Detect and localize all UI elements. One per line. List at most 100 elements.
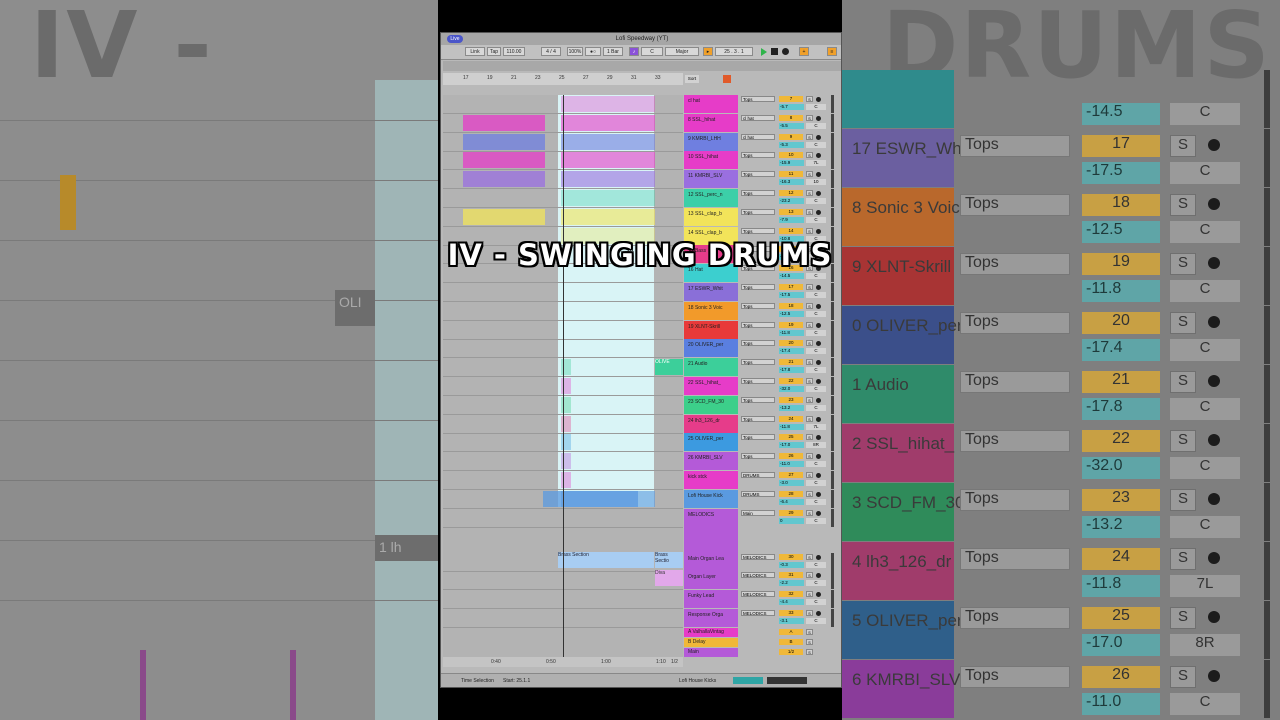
arm-icon[interactable] — [816, 303, 821, 309]
tap-button[interactable]: Tap — [487, 47, 501, 56]
arrangement-clip[interactable] — [561, 133, 655, 150]
track-routing-select[interactable]: Tops — [741, 321, 775, 328]
track-name-cell[interactable]: kick stck — [684, 471, 738, 489]
volume-field[interactable]: -23.2 — [779, 198, 804, 204]
pan-field[interactable]: C — [806, 310, 826, 317]
solo-button[interactable]: S — [806, 114, 813, 121]
volume-field[interactable]: -11.0 — [779, 461, 804, 468]
track-header[interactable]: 23 SCD_FM_30 Tops 23 S -13.2 C — [684, 395, 841, 414]
pan-field[interactable]: C — [806, 216, 826, 223]
solo-button[interactable]: S — [806, 553, 813, 560]
return-track-header[interactable]: Main 1/2 S — [684, 647, 841, 657]
solo-button[interactable]: S — [806, 453, 813, 460]
arrangement-clip[interactable] — [561, 208, 655, 225]
solo-button[interactable]: S — [806, 152, 813, 159]
volume-field[interactable]: -7.9 — [779, 216, 804, 223]
track-header[interactable]: Organ Layer MELODICS 31 S -2.2 C — [684, 571, 841, 590]
volume-field[interactable]: -0.3 — [779, 561, 804, 568]
pan-field[interactable]: 7L — [806, 423, 826, 430]
arm-icon[interactable] — [816, 228, 821, 234]
return-activator-button[interactable]: 1/2 — [779, 648, 803, 655]
arm-icon[interactable] — [816, 153, 821, 159]
track-activator-button[interactable]: 13 — [779, 208, 803, 215]
arrangement-clip[interactable] — [561, 152, 655, 169]
track-header[interactable]: 20 OLIVER_per Tops 20 S -17.4 C — [684, 339, 841, 358]
track-routing-select[interactable]: Tops — [741, 396, 775, 403]
track-name-cell[interactable]: 22 SSL_hihat_ — [684, 377, 738, 395]
track-activator-button[interactable]: 10 — [779, 152, 803, 159]
solo-button[interactable]: S — [806, 321, 813, 328]
scale-mode-button[interactable]: ♪ — [629, 47, 639, 56]
return-name-cell[interactable]: Main — [684, 647, 738, 657]
solo-button[interactable]: S — [806, 378, 813, 384]
arm-icon[interactable] — [816, 97, 821, 102]
track-header[interactable]: 8 SSL_hihat cl hat 8 S -5.5 C — [684, 113, 841, 132]
follow-button[interactable]: ▸ — [703, 47, 713, 56]
pan-field[interactable]: C — [806, 618, 826, 624]
volume-field[interactable]: -3.0 — [779, 480, 804, 486]
arrangement-clip[interactable] — [543, 284, 553, 300]
solo-button[interactable]: S — [806, 490, 813, 497]
record-arm-all-button[interactable] — [723, 75, 731, 83]
track-header[interactable]: 13 SSL_clap_b Tops 13 S -7.9 C — [684, 207, 841, 226]
return-activator-button[interactable]: A — [779, 628, 803, 635]
pan-field[interactable]: C — [806, 122, 826, 129]
solo-button[interactable]: S — [806, 648, 813, 655]
track-name-cell[interactable]: Lofi House Kick — [684, 489, 738, 508]
solo-button[interactable]: S — [806, 284, 813, 290]
track-routing-select[interactable]: MELODICS — [741, 591, 775, 598]
arrangement-position-field[interactable]: 25 . 3 . 1 — [715, 47, 753, 56]
arrangement-clip[interactable] — [543, 416, 553, 432]
track-header[interactable]: 24 lh3_126_dr Tops 24 S -11.8 7L — [684, 414, 841, 433]
track-header[interactable]: 25 OLIVER_per Tops 25 S -17.0 8R — [684, 433, 841, 452]
volume-field[interactable]: -17.8 — [779, 367, 804, 374]
scale-select[interactable]: Major — [665, 47, 699, 56]
arm-icon[interactable] — [816, 341, 821, 347]
track-activator-button[interactable]: 27 — [779, 472, 803, 478]
track-activator-button[interactable]: 14 — [779, 227, 803, 234]
pan-field[interactable]: C — [806, 480, 826, 486]
solo-button[interactable]: S — [806, 509, 813, 516]
track-name-cell[interactable]: 12 SSL_perc_n — [684, 189, 738, 207]
volume-field[interactable]: -17.5 — [779, 292, 804, 298]
arrangement-clip[interactable] — [543, 359, 553, 375]
track-name-cell[interactable]: Organ Layer — [684, 571, 738, 590]
track-name-cell[interactable]: cl hat — [684, 95, 738, 113]
arm-icon[interactable] — [816, 379, 821, 384]
arm-icon[interactable] — [816, 134, 821, 140]
track-routing-select[interactable]: MELODICS — [741, 553, 775, 560]
track-name-cell[interactable]: 11 KMRBI_SLV — [684, 170, 738, 189]
track-routing-select[interactable]: cl hat — [741, 133, 775, 140]
arrangement-clip[interactable] — [463, 190, 545, 206]
solo-button[interactable]: S — [806, 208, 813, 215]
solo-button[interactable]: S — [806, 610, 813, 616]
volume-field[interactable]: -17.4 — [779, 348, 804, 355]
pan-field[interactable]: C — [806, 348, 826, 355]
track-routing-select[interactable]: Tops — [741, 359, 775, 366]
time-ruler[interactable]: 0:40 0:50 1:00 1:10 1/2 — [443, 657, 683, 667]
solo-button[interactable]: S — [806, 434, 813, 441]
track-header[interactable]: 26 KMRBI_SLV Tops 26 S -11.0 C — [684, 452, 841, 471]
track-header[interactable]: 19 XLNT-Skrill Tops 19 S -11.8 C — [684, 320, 841, 339]
zoom-field[interactable]: 100% — [567, 47, 583, 56]
solo-button[interactable]: S — [806, 190, 813, 196]
track-header[interactable]: kick stck DRUMS 27 S -3.0 C — [684, 471, 841, 489]
beat-ruler[interactable]: 17 19 21 23 25 27 29 31 33 — [443, 73, 683, 85]
arm-icon[interactable] — [816, 360, 821, 366]
track-routing-select[interactable]: Tops — [741, 284, 775, 290]
track-header[interactable]: 17 ESWR_Whit Tops 17 S -17.5 C — [684, 283, 841, 301]
track-name-cell[interactable]: 21 Audio — [684, 358, 738, 377]
track-name-cell[interactable]: 8 SSL_hihat — [684, 113, 738, 132]
track-routing-select[interactable]: Tops — [741, 96, 775, 102]
pan-field[interactable]: C — [806, 273, 826, 280]
play-button[interactable] — [761, 48, 767, 56]
track-activator-button[interactable]: 30 — [779, 553, 803, 560]
track-activator-button[interactable]: 33 — [779, 610, 803, 616]
track-header[interactable]: 21 Audio Tops 21 S -17.8 C — [684, 358, 841, 377]
metronome-button[interactable]: ●○ — [585, 47, 601, 56]
track-header[interactable]: 12 SSL_perc_n Tops 12 S -23.2 C — [684, 189, 841, 207]
live-menu-button[interactable]: Live — [447, 35, 463, 43]
solo-button[interactable]: S — [806, 591, 813, 598]
track-activator-button[interactable]: 24 — [779, 415, 803, 422]
arm-icon[interactable] — [816, 435, 821, 441]
